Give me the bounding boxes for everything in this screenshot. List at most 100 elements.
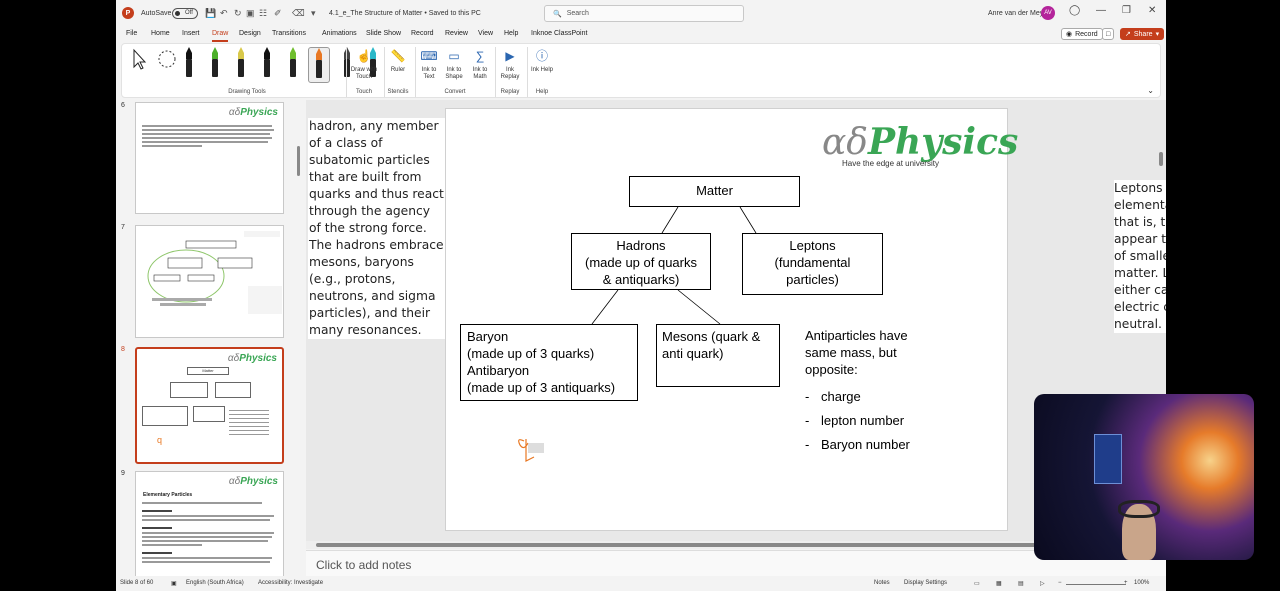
- lepton-definition-text: Leptons are said to be elementary partic…: [1114, 180, 1166, 333]
- pen-body-icon: [212, 59, 218, 77]
- thumbnails-scrollbar[interactable]: [297, 146, 300, 176]
- draw-with-touch-button[interactable]: ☝ Draw with Touch: [347, 47, 381, 81]
- share-button[interactable]: ↗ Share ▾: [1120, 28, 1165, 40]
- pen-body-icon: [290, 59, 296, 77]
- record-button[interactable]: ◉ Record: [1061, 28, 1103, 40]
- zoom-slider[interactable]: [1066, 584, 1126, 585]
- status-bar: Slide 8 of 60 ▣ English (South Africa) A…: [116, 578, 1166, 591]
- ruler-icon: 📏: [390, 48, 406, 63]
- slide-thumbnail-6[interactable]: αδPhysics: [135, 102, 284, 214]
- avatar[interactable]: AV: [1041, 6, 1055, 20]
- zoom-in-icon[interactable]: +: [1124, 580, 1128, 586]
- pen-tool-4[interactable]: [282, 47, 304, 81]
- zoom-out-icon[interactable]: −: [1058, 580, 1062, 586]
- pen-quick-icon[interactable]: ✐: [274, 0, 282, 27]
- list-item: - Baryon number: [805, 437, 910, 452]
- pen-tool-1[interactable]: [178, 47, 200, 81]
- slide-thumbnail-7[interactable]: [135, 225, 284, 338]
- pen-tool-active[interactable]: [308, 47, 330, 83]
- touch-icon: ☝: [356, 48, 372, 63]
- ink-to-math-button[interactable]: ∑ Ink to Math: [468, 47, 492, 81]
- slide-thumbnail-8[interactable]: αδPhysics Matter q: [135, 347, 284, 464]
- display-settings-button[interactable]: Display Settings: [904, 580, 947, 586]
- ink-replay-button[interactable]: ▶ Ink Replay: [498, 47, 522, 81]
- pen-body-icon: [264, 59, 270, 77]
- language-status[interactable]: English (South Africa): [186, 580, 244, 586]
- ink-to-text-button[interactable]: ⌨ Ink to Text: [418, 47, 440, 81]
- pen-body-icon: [316, 60, 322, 78]
- select-tool[interactable]: [129, 47, 151, 81]
- lasso-tool[interactable]: [156, 47, 178, 81]
- normal-view-icon[interactable]: ▭: [974, 580, 980, 587]
- tab-transitions[interactable]: Transitions: [272, 30, 306, 37]
- reading-view-icon[interactable]: ▤: [1018, 580, 1024, 587]
- comments-icon[interactable]: □: [1102, 28, 1115, 40]
- tab-home[interactable]: Home: [151, 30, 170, 37]
- tab-record[interactable]: Record: [411, 30, 434, 37]
- document-title[interactable]: 4.1_e_The Structure of Matter • Saved to…: [329, 0, 481, 27]
- thumb-brand-logo: αδPhysics: [228, 107, 278, 118]
- title-bar: P AutoSave Off 💾 ↶ ↻ ▣ ☷ ✐ ⌫ ▾ 4.1_e_The…: [116, 0, 1166, 27]
- zoom-level[interactable]: 100%: [1134, 580, 1149, 586]
- hadron-definition-text: hadron, any member of a class of subatom…: [308, 118, 445, 339]
- slideshow-view-icon[interactable]: ▷: [1040, 580, 1045, 587]
- share-icon: ↗: [1125, 31, 1131, 38]
- redo-icon[interactable]: ↻: [234, 0, 242, 27]
- slide-thumbnail-9[interactable]: αδPhysics Elementary Particles: [135, 471, 284, 576]
- slideshow-start-icon[interactable]: ▣: [246, 0, 255, 27]
- tab-animations[interactable]: Animations: [322, 30, 357, 37]
- ink-to-shape-button[interactable]: ▭ Ink to Shape: [442, 47, 466, 81]
- save-icon[interactable]: 💾: [205, 0, 216, 27]
- minimize-icon[interactable]: —: [1096, 5, 1106, 16]
- hadrons-box: Hadrons (made up of quarks & antiquarks): [571, 233, 711, 290]
- layout-icon[interactable]: ☷: [259, 0, 267, 27]
- thumb-matter-box: Matter: [187, 367, 229, 375]
- autosave-label: AutoSave: [141, 10, 172, 17]
- restore-icon[interactable]: ❐: [1122, 5, 1131, 16]
- search-icon: 🔍: [553, 10, 562, 18]
- accessibility-status[interactable]: Accessibility: Investigate: [258, 580, 323, 586]
- highlighter-tool[interactable]: [230, 47, 252, 81]
- user-name[interactable]: Anre van der Mey: [988, 0, 1043, 27]
- chevron-down-icon: ▾: [1155, 31, 1160, 38]
- slide-thumbnails-pane: 6 αδPhysics 7 8 αδPhysics Matter q 9 αδP…: [116, 100, 301, 576]
- help-icon: ⓘ: [535, 48, 548, 63]
- collapse-ribbon-icon[interactable]: ⌄: [1147, 86, 1154, 95]
- pen-body-icon: [238, 59, 244, 77]
- headset-icon: [1118, 500, 1160, 518]
- tab-help[interactable]: Help: [504, 30, 518, 37]
- customize-toolbar-icon[interactable]: ▾: [311, 0, 316, 27]
- ribbon-tabs: File Home Insert Draw Design Transitions…: [116, 27, 1166, 42]
- tab-file[interactable]: File: [126, 30, 137, 37]
- lightbulb-icon[interactable]: ◯: [1069, 5, 1080, 16]
- tab-insert[interactable]: Insert: [182, 30, 200, 37]
- notes-toggle[interactable]: Notes: [874, 580, 890, 586]
- current-slide[interactable]: αδPhysics Have the edge at university Ma…: [445, 108, 1018, 531]
- slide-sorter-icon[interactable]: ▦: [996, 580, 1002, 587]
- slide-number: 7: [121, 224, 125, 231]
- spellcheck-icon[interactable]: ▣: [171, 580, 177, 587]
- thumb-7-diagram: [147, 231, 282, 314]
- tab-draw[interactable]: Draw: [212, 30, 229, 42]
- convert-group-label: Convert: [444, 89, 466, 95]
- webcam-overlay: [1034, 394, 1254, 560]
- undo-icon[interactable]: ↶: [220, 0, 228, 27]
- search-input[interactable]: 🔍 Search: [544, 5, 744, 22]
- close-icon[interactable]: ✕: [1148, 5, 1156, 16]
- tab-design[interactable]: Design: [239, 30, 261, 37]
- tab-inknoe-classpoint[interactable]: Inknoe ClassPoint: [531, 30, 587, 37]
- autosave-toggle[interactable]: Off: [172, 8, 198, 19]
- pen-tool-2[interactable]: [204, 47, 226, 81]
- ruler-button[interactable]: 📏 Ruler: [386, 47, 410, 74]
- ink-help-button[interactable]: ⓘ Ink Help: [530, 47, 554, 74]
- pen-tool-3[interactable]: [256, 47, 278, 81]
- leptons-box: Leptons (fundamental particles): [742, 233, 883, 295]
- tab-view[interactable]: View: [478, 30, 493, 37]
- tab-slide-show[interactable]: Slide Show: [366, 30, 401, 37]
- thumb-ink-mark: q: [157, 435, 163, 445]
- slide-counter: Slide 8 of 60: [120, 580, 154, 586]
- eraser-quick-icon[interactable]: ⌫: [292, 0, 305, 27]
- editor-scrollbar[interactable]: [1159, 152, 1163, 166]
- thumb-baryon-box: [142, 406, 188, 426]
- tab-review[interactable]: Review: [445, 30, 468, 37]
